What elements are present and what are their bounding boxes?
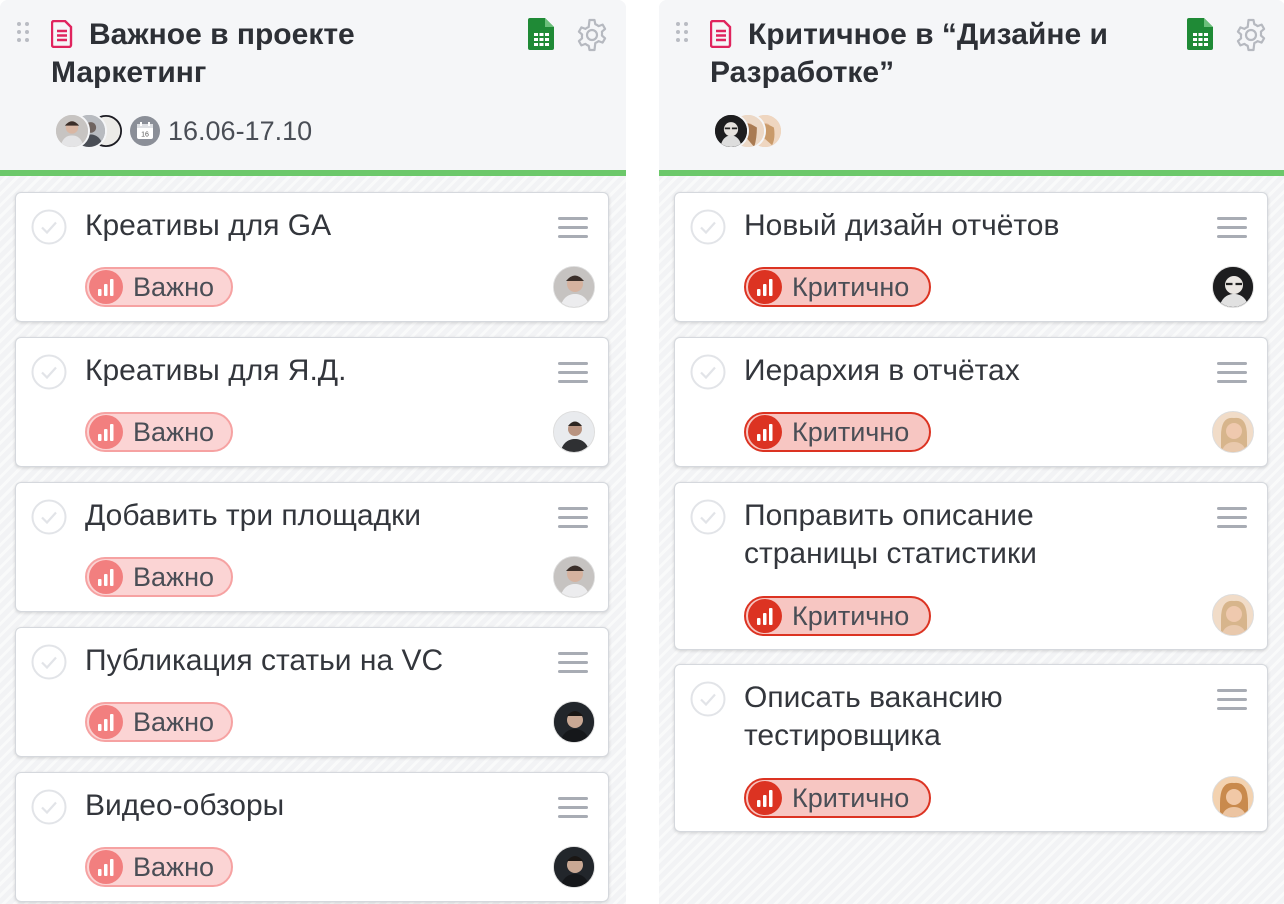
- task-title[interactable]: Видео-обзоры: [85, 787, 545, 825]
- menu-icon[interactable]: [1217, 362, 1247, 384]
- task-card[interactable]: Иерархия в отчётах Критично: [674, 337, 1268, 467]
- assignee-avatar[interactable]: [1212, 266, 1254, 308]
- priority-badge[interactable]: Важно: [85, 557, 233, 597]
- assignee-avatar[interactable]: [553, 266, 595, 308]
- assignee-avatar[interactable]: [553, 411, 595, 453]
- participant-avatars[interactable]: [713, 113, 785, 149]
- task-title[interactable]: Описать вакансию тестировщика: [744, 679, 1074, 755]
- assignee-avatar[interactable]: [1212, 776, 1254, 818]
- calendar-icon: 16: [130, 116, 160, 146]
- priority-label: Важно: [133, 416, 215, 447]
- priority-bars-icon: [748, 415, 782, 449]
- column-header: Важное в проекте Маркетинг 16 16.06-17.1…: [0, 0, 626, 176]
- assignee-avatar[interactable]: [1212, 594, 1254, 636]
- menu-icon[interactable]: [558, 797, 588, 819]
- task-title[interactable]: Креативы для GA: [85, 207, 545, 245]
- assignee-avatar[interactable]: [553, 556, 595, 598]
- column-meta: [713, 111, 785, 151]
- task-title[interactable]: Иерархия в отчётах: [744, 352, 1204, 390]
- complete-check-icon[interactable]: [31, 209, 67, 245]
- column-meta: 16 16.06-17.10: [54, 111, 312, 151]
- menu-icon[interactable]: [558, 652, 588, 674]
- board-column-design-dev: Критичное в “Дизайне и Разработке” Новый…: [659, 0, 1284, 904]
- priority-badge[interactable]: Критично: [744, 778, 931, 818]
- task-card[interactable]: Видео-обзоры Важно: [15, 772, 609, 902]
- priority-badge[interactable]: Критично: [744, 267, 931, 307]
- priority-bars-icon: [748, 270, 782, 304]
- avatar: [54, 113, 90, 149]
- priority-badge[interactable]: Важно: [85, 702, 233, 742]
- complete-check-icon[interactable]: [690, 499, 726, 535]
- priority-label: Важно: [133, 851, 215, 882]
- task-title[interactable]: Новый дизайн отчётов: [744, 207, 1204, 245]
- complete-check-icon[interactable]: [31, 789, 67, 825]
- task-card[interactable]: Публикация статьи на VC Важно: [15, 627, 609, 757]
- menu-icon[interactable]: [558, 362, 588, 384]
- priority-bars-icon: [748, 599, 782, 633]
- menu-icon[interactable]: [558, 217, 588, 239]
- priority-badge[interactable]: Критично: [744, 412, 931, 452]
- avatar: [713, 113, 749, 149]
- priority-label: Критично: [792, 271, 910, 302]
- column-title[interactable]: Важное в проекте Маркетинг: [51, 16, 481, 92]
- priority-label: Критично: [792, 600, 910, 631]
- complete-check-icon[interactable]: [690, 681, 726, 717]
- task-card[interactable]: Описать вакансию тестировщика Критично: [674, 664, 1268, 832]
- column-header: Критичное в “Дизайне и Разработке”: [659, 0, 1284, 176]
- complete-check-icon[interactable]: [31, 644, 67, 680]
- priority-label: Важно: [133, 561, 215, 592]
- task-card[interactable]: Креативы для Я.Д. Важно: [15, 337, 609, 467]
- complete-check-icon[interactable]: [690, 354, 726, 390]
- participant-avatars[interactable]: [54, 113, 126, 149]
- complete-check-icon[interactable]: [31, 499, 67, 535]
- task-card[interactable]: Добавить три площадки Важно: [15, 482, 609, 612]
- priority-label: Критично: [792, 782, 910, 813]
- priority-bars-icon: [89, 560, 123, 594]
- task-title[interactable]: Публикация статьи на VC: [85, 642, 545, 680]
- priority-badge[interactable]: Критично: [744, 596, 931, 636]
- drag-handle-icon[interactable]: [17, 22, 31, 48]
- gear-icon[interactable]: [1233, 17, 1269, 53]
- calendar-day: 16: [141, 132, 149, 139]
- priority-bars-icon: [89, 270, 123, 304]
- priority-bars-icon: [748, 781, 782, 815]
- priority-label: Критично: [792, 416, 910, 447]
- task-title[interactable]: Креативы для Я.Д.: [85, 352, 545, 390]
- priority-badge[interactable]: Важно: [85, 847, 233, 887]
- priority-label: Важно: [133, 271, 215, 302]
- drag-handle-icon[interactable]: [676, 22, 690, 48]
- gear-icon[interactable]: [574, 17, 610, 53]
- task-title[interactable]: Добавить три площадки: [85, 497, 545, 535]
- priority-label: Важно: [133, 706, 215, 737]
- menu-icon[interactable]: [1217, 689, 1247, 711]
- complete-check-icon[interactable]: [31, 354, 67, 390]
- priority-bars-icon: [89, 850, 123, 884]
- assignee-avatar[interactable]: [553, 701, 595, 743]
- priority-badge[interactable]: Важно: [85, 412, 233, 452]
- board-column-marketing: Важное в проекте Маркетинг 16 16.06-17.1…: [0, 0, 626, 904]
- menu-icon[interactable]: [1217, 217, 1247, 239]
- assignee-avatar[interactable]: [1212, 411, 1254, 453]
- task-card[interactable]: Креативы для GA Важно: [15, 192, 609, 322]
- column-title[interactable]: Критичное в “Дизайне и Разработке”: [710, 16, 1140, 92]
- menu-icon[interactable]: [558, 507, 588, 529]
- date-range[interactable]: 16 16.06-17.10: [130, 116, 312, 147]
- menu-icon[interactable]: [1217, 507, 1247, 529]
- date-range-text: 16.06-17.10: [168, 115, 313, 146]
- priority-bars-icon: [89, 705, 123, 739]
- task-card[interactable]: Поправить описание страницы статистики К…: [674, 482, 1268, 650]
- task-card[interactable]: Новый дизайн отчётов Критично: [674, 192, 1268, 322]
- spreadsheet-icon[interactable]: [1187, 18, 1213, 50]
- task-title[interactable]: Поправить описание страницы статистики: [744, 497, 1124, 573]
- complete-check-icon[interactable]: [690, 209, 726, 245]
- spreadsheet-icon[interactable]: [528, 18, 554, 50]
- assignee-avatar[interactable]: [553, 846, 595, 888]
- priority-bars-icon: [89, 415, 123, 449]
- priority-badge[interactable]: Важно: [85, 267, 233, 307]
